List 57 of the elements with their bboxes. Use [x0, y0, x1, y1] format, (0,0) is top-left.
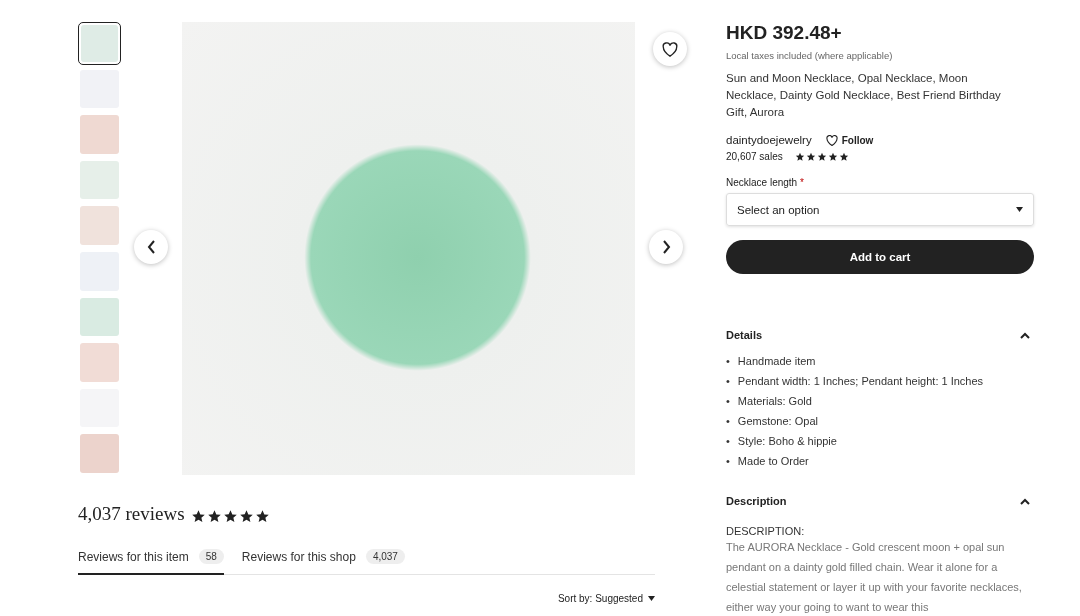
thumbnail[interactable]	[78, 204, 121, 247]
chevron-right-icon	[661, 240, 671, 254]
review-tab[interactable]: Reviews for this item 58	[78, 543, 224, 575]
star-icon	[838, 151, 849, 162]
caret-icon	[648, 596, 655, 601]
thumbnail[interactable]	[78, 158, 121, 202]
thumbnail[interactable]	[78, 22, 121, 65]
tab-label: Reviews for this shop	[241, 549, 356, 564]
tax-note: Local taxes included (where applicable)	[726, 50, 894, 61]
option-label: Necklace length	[726, 177, 798, 188]
heart-icon	[662, 41, 678, 57]
caret-icon	[1016, 207, 1023, 212]
section-title: Description	[726, 495, 787, 507]
detail-item: Made to Order	[737, 454, 809, 469]
bullet: •	[726, 434, 730, 449]
price: HKD 392.48+	[726, 22, 843, 44]
thumbnail[interactable]	[78, 113, 121, 156]
count-badge: 4,037	[365, 549, 405, 564]
shop-name-link[interactable]: daintydoejewelry	[726, 134, 812, 146]
detail-item: Style: Boho & hippie	[737, 434, 837, 449]
option-select[interactable]: Select an option	[726, 193, 1034, 226]
follow-button[interactable]: Follow	[825, 134, 874, 146]
reviews-heading: 4,037 reviews	[78, 503, 185, 525]
bullet: •	[726, 354, 730, 369]
chevron-icon[interactable]	[1020, 331, 1030, 339]
description-text: The AURORA Necklace - Gold crescent moon + opal sun pendant on a dainty gold filled chain. Wear it alone for a celestial statement or layer it up with your favorite necklaces, either way your going to want to wear this	[726, 540, 1023, 615]
thumbnail[interactable]	[78, 432, 121, 475]
bullet: •	[726, 414, 730, 429]
detail-item: Gemstone: Opal	[737, 414, 818, 429]
detail-item: Handmade item	[737, 354, 816, 369]
sales-count: 20,607 sales	[726, 151, 783, 162]
bullet: •	[726, 394, 730, 409]
thumbnail[interactable]	[78, 341, 121, 384]
thumbnail[interactable]	[78, 295, 121, 339]
heart-icon	[825, 134, 838, 146]
sort-dropdown[interactable]: Sort by: Suggested	[78, 593, 655, 604]
detail-item: Materials: Gold	[737, 394, 812, 409]
favorite-button[interactable]	[653, 32, 687, 66]
required-mark: *	[799, 177, 804, 188]
previous-button[interactable]	[134, 230, 168, 264]
star-icon	[827, 151, 838, 162]
section-title: Details	[726, 329, 763, 341]
chevron-left-icon	[146, 240, 156, 254]
count-badge: 58	[198, 549, 224, 564]
listing-title: Sun and Moon Necklace, Opal Necklace, Moon Necklace, Dainty Gold Necklace, Best Friend Birthday Gift, Aurora	[726, 71, 1002, 120]
star-icon	[794, 151, 805, 162]
star-icon	[816, 151, 827, 162]
detail-item: Pendant width: 1 Inches; Pendant height: 1 Inches	[737, 374, 984, 389]
bullet: •	[726, 454, 730, 469]
tab-label: Reviews for this item	[78, 549, 189, 564]
description-heading: DESCRIPTION:	[726, 525, 806, 537]
add-to-cart-button[interactable]: Add to cart	[726, 240, 1034, 274]
star-icon	[805, 151, 816, 162]
review-tab[interactable]: Reviews for this shop 4,037	[241, 543, 405, 575]
chevron-icon[interactable]	[1020, 497, 1030, 505]
bullet: •	[726, 374, 730, 389]
next-button[interactable]	[649, 230, 683, 264]
